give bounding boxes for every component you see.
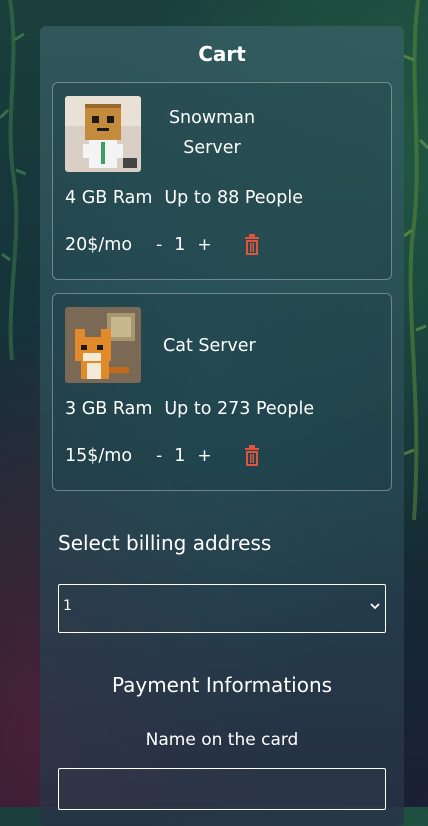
trash-icon[interactable] (244, 234, 260, 256)
decrease-quantity-button[interactable]: - (154, 235, 164, 255)
item-ram: 4 GB Ram (65, 188, 153, 208)
cart-item: Snowman Server 4 GB Ram Up to 88 People 2… (52, 82, 392, 280)
billing-address-heading: Select billing address (58, 531, 272, 555)
quantity-stepper: - 1 + (154, 235, 214, 255)
quantity-value: 1 (174, 446, 186, 466)
item-price-row: 20$/mo - 1 + (65, 234, 260, 256)
item-price-row: 15$/mo - 1 + (65, 445, 260, 467)
chevron-down-icon (370, 603, 380, 610)
item-ram: 3 GB Ram (65, 399, 153, 419)
item-specs: 3 GB Ram Up to 273 People (65, 399, 314, 419)
name-on-card-label: Name on the card (145, 730, 299, 750)
item-name-line1: Snowman (168, 108, 256, 128)
item-name: Cat Server (163, 331, 256, 361)
page-title: Cart (198, 42, 246, 66)
vine-decoration-right (403, 0, 428, 521)
item-specs: 4 GB Ram Up to 88 People (65, 188, 303, 208)
item-capacity: Up to 273 People (164, 399, 315, 419)
billing-address-select[interactable]: 1 (58, 584, 386, 633)
payment-heading: Payment Informations (111, 673, 333, 697)
cart-panel: Cart Snowman Server 4 GB Ram Up to 88 Pe… (40, 26, 404, 826)
decrease-quantity-button[interactable]: - (154, 446, 164, 466)
item-price: 15$/mo (65, 446, 133, 466)
item-name: Snowman Server (157, 103, 267, 163)
vine-decoration-left (0, 0, 26, 361)
item-capacity: Up to 88 People (164, 188, 303, 208)
increase-quantity-button[interactable]: + (195, 235, 213, 255)
trash-icon[interactable] (244, 445, 260, 467)
item-name-line1: Cat Server (163, 336, 256, 356)
increase-quantity-button[interactable]: + (195, 446, 213, 466)
item-name-line2: Server (183, 138, 241, 158)
cat-server-image (65, 307, 141, 383)
cart-item: Cat Server 3 GB Ram Up to 273 People 15$/… (52, 293, 392, 491)
snowman-server-image (65, 96, 141, 172)
name-on-card-input[interactable] (58, 768, 386, 810)
quantity-value: 1 (174, 235, 186, 255)
quantity-stepper: - 1 + (154, 446, 214, 466)
item-price: 20$/mo (65, 235, 133, 255)
billing-address-selected-value: 1 (63, 598, 72, 614)
